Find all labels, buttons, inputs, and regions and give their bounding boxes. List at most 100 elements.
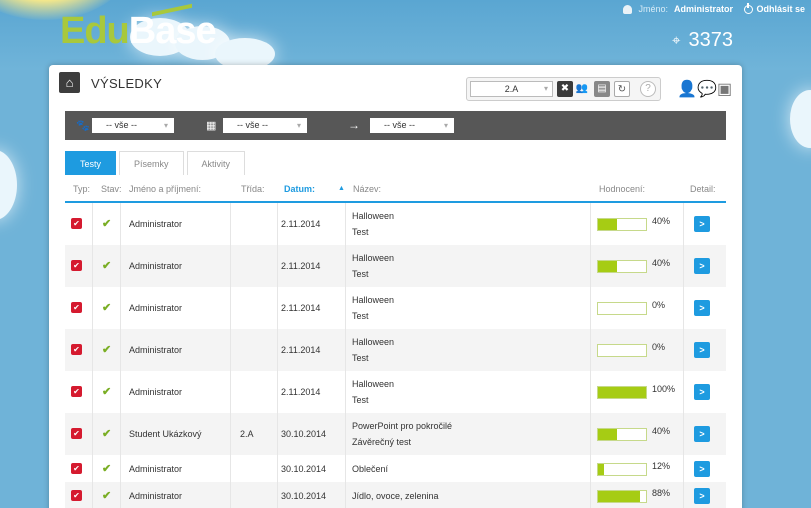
table-row[interactable]: ✔ ✔ Administrator 2.11.2014 Halloween Test 0% >: [65, 329, 726, 371]
toolbar: 2.A ▾ ✖ 👥 ▤ ↻ ?: [466, 77, 661, 101]
detail-button[interactable]: >: [694, 426, 710, 442]
checkbox-icon[interactable]: ✔: [71, 260, 82, 271]
cell-divider: [92, 482, 93, 508]
chevron-right-icon: >: [699, 303, 705, 313]
cell-divider: [345, 482, 346, 508]
logout-link[interactable]: Odhlásit se: [744, 2, 805, 14]
cell-divider: [92, 203, 93, 245]
checkbox-icon[interactable]: ✔: [71, 218, 82, 229]
cell-divider: [277, 413, 278, 455]
table-row[interactable]: ✔ ✔ Administrator 2.11.2014 Halloween Test 40%…: [65, 203, 726, 245]
score-progress-fill: [598, 491, 641, 502]
chevron-right-icon: >: [699, 219, 705, 229]
sort-asc-icon: ▲: [338, 185, 345, 192]
cell-divider: [120, 329, 121, 371]
check-icon: ✔: [102, 302, 112, 314]
column-score[interactable]: Hodnocení:: [599, 184, 645, 194]
score-percent: 40%: [652, 216, 671, 226]
detail-button[interactable]: >: [694, 300, 710, 316]
detail-button[interactable]: >: [694, 216, 710, 232]
calendar-icon: ▦: [206, 120, 217, 132]
filter-type-select[interactable]: -- vše -- ▾: [92, 118, 174, 133]
chat-icon[interactable]: 💬: [697, 79, 717, 99]
table-row[interactable]: ✔ ✔ Administrator 30.10.2014 Jídlo, ovoce, z…: [65, 482, 726, 508]
checkbox-icon[interactable]: ✔: [71, 302, 82, 313]
cell-divider: [683, 287, 684, 329]
cell-divider: [230, 203, 231, 245]
tab-bar: Testy Písemky Aktivity: [65, 151, 248, 175]
detail-button[interactable]: >: [694, 258, 710, 274]
user-icon: [623, 4, 633, 14]
cell-divider: [120, 455, 121, 482]
cell-divider: [230, 329, 231, 371]
test-title: Halloween: [352, 295, 395, 305]
score-percent: 88%: [652, 488, 671, 498]
cell-divider: [590, 203, 591, 245]
chevron-right-icon: >: [699, 345, 705, 355]
date-from-select[interactable]: -- vše -- ▾: [223, 118, 307, 133]
checkbox-icon[interactable]: ✔: [71, 428, 82, 439]
date-to-select[interactable]: -- vše -- ▾: [370, 118, 454, 133]
chevron-down-icon: ▾: [163, 121, 168, 130]
detail-button[interactable]: >: [694, 461, 710, 477]
edubase-logo[interactable]: EduBase: [60, 3, 217, 53]
class-select[interactable]: 2.A ▾: [470, 81, 553, 97]
column-class[interactable]: Třída:: [241, 184, 265, 194]
cell-divider: [120, 413, 121, 455]
table-row[interactable]: ✔ ✔ Administrator 30.10.2014 Oblečení 12% >: [65, 455, 726, 482]
tab-tests[interactable]: Testy: [65, 151, 117, 175]
cell-divider: [590, 371, 591, 413]
detail-button[interactable]: >: [694, 488, 710, 504]
calendar-filter-button[interactable]: ▤: [594, 81, 610, 97]
results-panel: ⌂ VÝSLEDKY 2.A ▾ ✖ 👥 ▤ ↻ ? 👤 💬 ▣ 🐾 -- vše…: [49, 65, 742, 508]
remove-filter-button[interactable]: ✖: [557, 81, 573, 97]
tab-activities[interactable]: Aktivity: [186, 151, 246, 175]
cell-divider: [92, 413, 93, 455]
paw-icon: 🐾: [76, 120, 90, 132]
result-date: 30.10.2014: [281, 429, 327, 439]
power-icon: [744, 2, 754, 14]
user-remove-icon[interactable]: 👤: [677, 79, 697, 99]
checkbox-icon[interactable]: ✔: [71, 344, 82, 355]
detail-button[interactable]: >: [694, 384, 710, 400]
table-row[interactable]: ✔ ✔ Administrator 2.11.2014 Halloween Test 0% >: [65, 287, 726, 329]
chevron-right-icon: >: [699, 387, 705, 397]
column-title[interactable]: Název:: [353, 184, 381, 194]
cell-divider: [590, 245, 591, 287]
group-icon[interactable]: 👥: [574, 81, 590, 97]
table-row[interactable]: ✔ ✔ Administrator 2.11.2014 Halloween Test 100…: [65, 371, 726, 413]
refresh-button[interactable]: ↻: [614, 81, 630, 97]
score-progress-fill: [598, 219, 618, 230]
column-name[interactable]: Jméno a příjmení:: [129, 184, 201, 194]
test-title: Halloween: [352, 253, 395, 263]
chevron-right-icon: >: [699, 464, 705, 474]
column-type[interactable]: Typ:: [73, 184, 90, 194]
test-title: Jídlo, ovoce, zelenina: [352, 491, 439, 501]
layout-icon[interactable]: ▣: [717, 79, 732, 99]
help-button[interactable]: ?: [640, 81, 656, 97]
column-state[interactable]: Stav:: [101, 184, 122, 194]
panel-header: ⌂ VÝSLEDKY 2.A ▾ ✖ 👥 ▤ ↻ ? 👤 💬 ▣: [49, 65, 742, 102]
cell-divider: [683, 371, 684, 413]
result-date: 30.10.2014: [281, 491, 327, 501]
chevron-right-icon: >: [699, 491, 705, 501]
test-subtitle: Test: [352, 353, 369, 363]
column-date[interactable]: Datum:: [284, 184, 315, 194]
score-progress-bar: [597, 260, 647, 273]
checkbox-icon[interactable]: ✔: [71, 463, 82, 474]
test-title: Halloween: [352, 211, 395, 221]
cell-divider: [230, 371, 231, 413]
table-row[interactable]: ✔ ✔ Student Ukázkový 2.A 30.10.2014 PowerPoin…: [65, 413, 726, 455]
page-title: VÝSLEDKY: [91, 76, 163, 91]
detail-button[interactable]: >: [694, 342, 710, 358]
student-name: Administrator: [129, 261, 183, 271]
home-icon: ⌂: [65, 75, 74, 90]
checkbox-icon[interactable]: ✔: [71, 386, 82, 397]
checkbox-icon[interactable]: ✔: [71, 490, 82, 501]
home-button[interactable]: ⌂: [59, 72, 80, 93]
chevron-down-icon: ▾: [543, 84, 548, 93]
tab-written[interactable]: Písemky: [119, 151, 184, 175]
test-title: PowerPoint pro pokročilé: [352, 421, 453, 431]
table-row[interactable]: ✔ ✔ Administrator 2.11.2014 Halloween Test 40%…: [65, 245, 726, 287]
chevron-right-icon: >: [699, 429, 705, 439]
